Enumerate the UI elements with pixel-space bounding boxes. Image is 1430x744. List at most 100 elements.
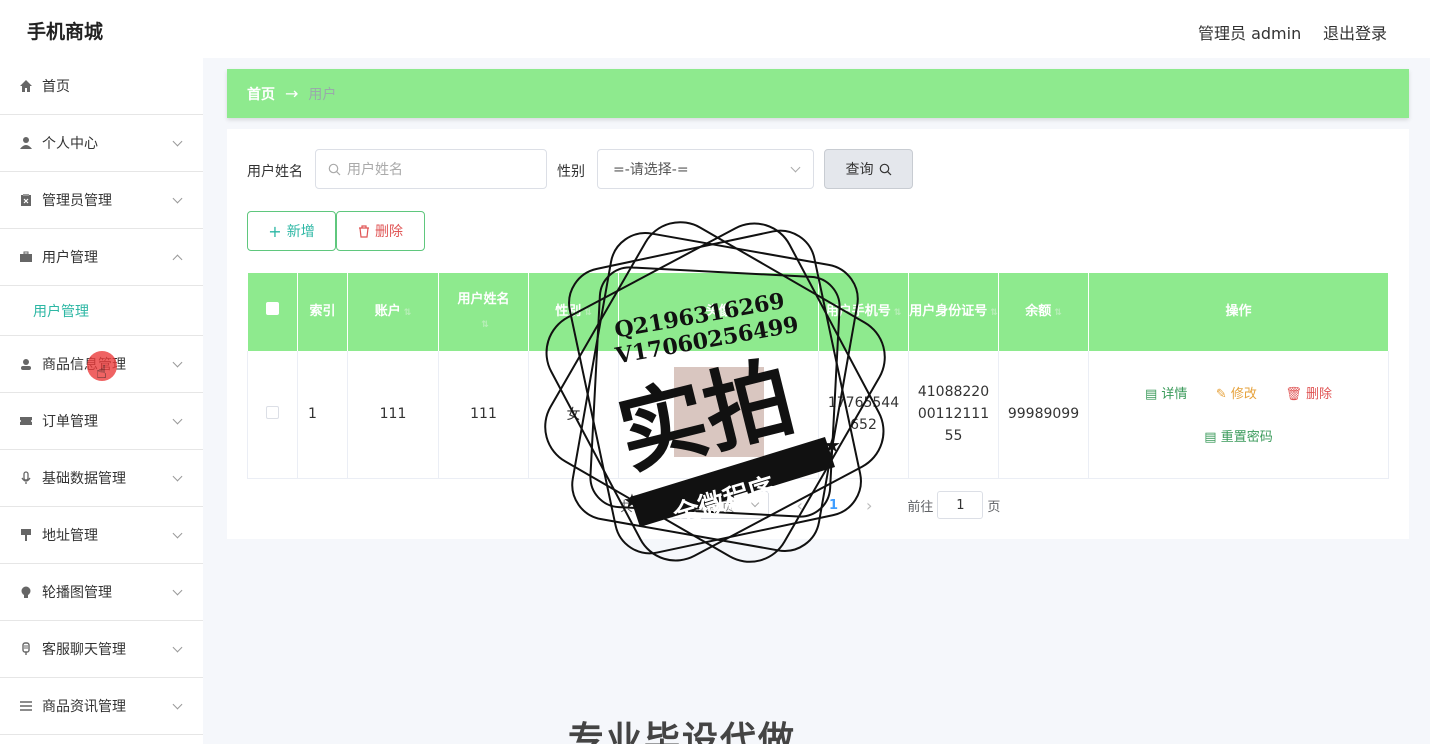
table-row: 1 111 111 女 17765544652 4108822000112111… [247, 351, 1389, 479]
sort-icon[interactable]: ⇅ [894, 301, 902, 325]
cell-phone: 17765544652 [818, 351, 909, 479]
sidebar-item-label: 商品资讯管理 [42, 699, 126, 715]
col-avatar: 头像 [618, 273, 819, 351]
document-icon: ▤ [1144, 387, 1158, 403]
select-all-checkbox[interactable] [265, 302, 279, 315]
row-checkbox[interactable] [266, 405, 279, 419]
col-balance-label: 余额 [1025, 303, 1052, 319]
sidebar-item-chat[interactable]: 客服聊天管理 [0, 621, 203, 678]
breadcrumb-home[interactable]: 首页 [247, 84, 275, 104]
col-id-card[interactable]: 用户身份证号 ⇅ [908, 273, 999, 351]
prev-page-icon[interactable]: ‹ [797, 496, 803, 515]
breadcrumb-current: 用户 [308, 86, 337, 103]
bottom-watermark-text: 专业毕设代做 [568, 720, 797, 744]
sidebar-item-orders[interactable]: 订单管理 [0, 393, 203, 450]
gender-select-value: =-请选择-= [613, 162, 689, 178]
briefcase-icon [18, 249, 34, 265]
sidebar-item-carousel[interactable]: 轮播图管理 [0, 564, 203, 621]
page-number[interactable]: 1 [829, 498, 838, 513]
sidebar-item-label: 管理员管理 [42, 193, 112, 209]
admin-label: 管理员 admin [1198, 24, 1302, 43]
col-phone-label: 用户手机号 [825, 303, 891, 319]
col-gender[interactable]: 性别 ⇅ [528, 273, 619, 351]
col-phone[interactable]: 用户手机号 ⇅ [818, 273, 909, 351]
brush-icon [18, 527, 34, 543]
edit-action[interactable]: ✎ 修改 [1216, 387, 1257, 402]
pager-total: 共 1 条 [620, 499, 663, 515]
cell-actions: ▤ 详情 ✎ 修改 🗑 删除 ▤ 重置密码 [1088, 351, 1389, 479]
sort-icon[interactable]: ⇅ [404, 301, 412, 325]
chevron-up-icon [172, 254, 183, 265]
select-all-header[interactable] [247, 273, 298, 351]
trash-icon [359, 224, 369, 238]
cell-index: 1 [297, 351, 348, 479]
detail-action[interactable]: ▤ 详情 [1145, 387, 1187, 402]
col-balance[interactable]: 余额 ⇅ [998, 273, 1089, 351]
person-icon [18, 356, 34, 372]
sort-icon[interactable]: ⇅ [584, 301, 592, 325]
chevron-down-icon [172, 528, 183, 539]
reset-password-action[interactable]: ▤ 重置密码 [1204, 430, 1272, 445]
logout-link[interactable]: 退出登录 [1323, 20, 1387, 44]
submenu-user-management[interactable]: 用户管理 [0, 286, 203, 336]
row-select-cell[interactable] [247, 351, 298, 479]
sidebar: 首页 个人中心 管理员管理 用户管理 用户管理 商品信息管理 订单管理 基础数据… [0, 58, 203, 744]
delete-button-label: 删除 [375, 224, 403, 240]
page-size-select[interactable]: 10条/页 [670, 491, 769, 519]
col-actions-label: 操作 [1225, 304, 1252, 319]
sidebar-item-users[interactable]: 用户管理 [0, 229, 203, 286]
cell-name: 111 [438, 351, 529, 479]
chevron-down-icon [172, 414, 183, 425]
reset-password-label: 重置密码 [1220, 430, 1273, 446]
search-icon [328, 163, 341, 175]
sidebar-item-home[interactable]: 首页 [0, 58, 203, 115]
delete-button[interactable]: 删除 [336, 211, 425, 251]
main-panel: 用户姓名 用户姓名 性别 =-请选择-= 查询 + 新增 删除 索引 账户 ⇅ 用… [227, 129, 1409, 539]
chevron-down-icon [172, 193, 183, 204]
name-search-input[interactable]: 用户姓名 [315, 149, 547, 189]
col-name[interactable]: 用户姓名 ⇅ [438, 273, 529, 351]
chevron-down-icon [750, 498, 759, 508]
goto-page-input[interactable]: 1 [937, 491, 984, 519]
sort-icon[interactable]: ⇅ [481, 313, 489, 337]
cell-gender: 女 [528, 351, 619, 479]
sidebar-item-address[interactable]: 地址管理 [0, 507, 203, 564]
sort-icon[interactable]: ⇅ [1054, 301, 1062, 325]
page-size-value: 10条/页 [687, 499, 735, 515]
chevron-down-icon [790, 162, 801, 173]
sidebar-item-admins[interactable]: 管理员管理 [0, 172, 203, 229]
delete-action[interactable]: 🗑 删除 [1285, 387, 1332, 402]
sort-icon[interactable]: ⇅ [990, 301, 998, 325]
clipboard-icon [18, 192, 34, 208]
query-button[interactable]: 查询 [824, 149, 913, 189]
goto-label: 前往 [907, 499, 934, 515]
hand-cursor-icon: ☝ [96, 362, 107, 383]
col-id-card-label: 用户身份证号 [909, 303, 988, 319]
bulb-icon [18, 584, 34, 600]
edit-action-label: 修改 [1230, 387, 1257, 403]
sidebar-item-label: 个人中心 [42, 136, 98, 152]
sidebar-item-label: 地址管理 [42, 528, 98, 544]
gender-select[interactable]: =-请选择-= [597, 149, 814, 189]
col-gender-label: 性别 [555, 303, 582, 319]
cell-balance: 99989099 [998, 351, 1089, 479]
sidebar-item-personal[interactable]: 个人中心 [0, 115, 203, 172]
query-button-label: 查询 [845, 162, 874, 178]
pencil-icon: ✎ [1215, 387, 1227, 403]
microphone-icon [18, 470, 34, 486]
name-filter-label: 用户姓名 [247, 164, 303, 180]
pager-goto: 前往 1 页 [907, 491, 1000, 519]
next-page-icon[interactable]: › [866, 496, 872, 515]
chevron-down-icon [172, 699, 183, 710]
add-button[interactable]: + 新增 [247, 211, 336, 251]
sidebar-item-label: 首页 [42, 79, 70, 95]
col-account[interactable]: 账户 ⇅ [347, 273, 439, 351]
sidebar-item-news[interactable]: 商品资讯管理 [0, 678, 203, 735]
col-account-label: 账户 [374, 303, 401, 319]
detail-action-label: 详情 [1161, 387, 1188, 403]
avatar-image [673, 367, 764, 458]
cell-avatar [618, 351, 819, 479]
sidebar-item-basic-data[interactable]: 基础数据管理 [0, 450, 203, 507]
breadcrumb-arrow-icon: → [285, 84, 299, 103]
col-avatar-label: 头像 [705, 304, 732, 319]
